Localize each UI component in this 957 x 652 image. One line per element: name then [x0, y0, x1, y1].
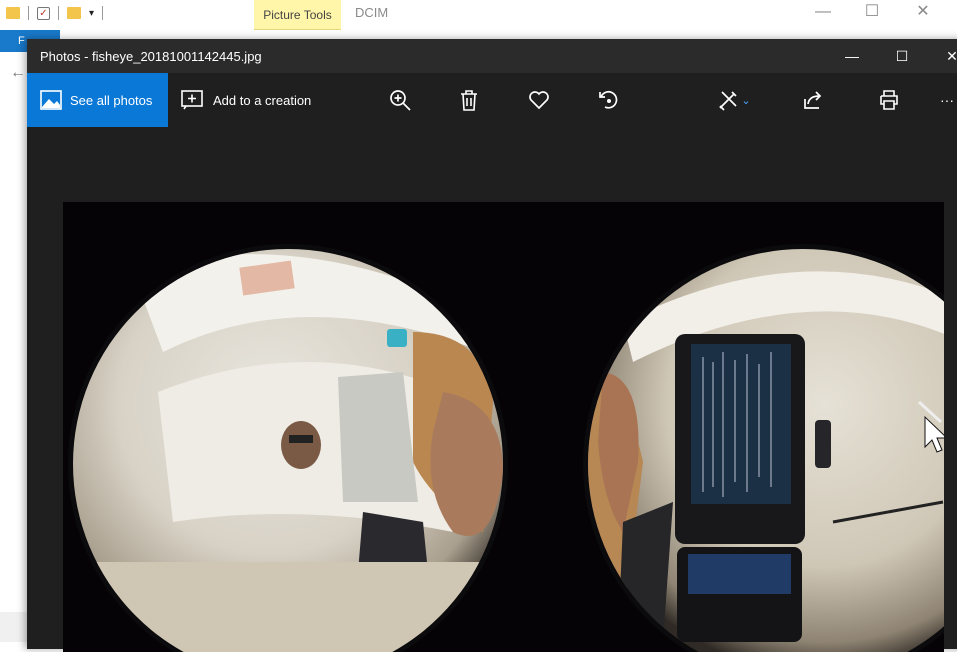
- explorer-minimize-button[interactable]: —: [803, 2, 843, 24]
- picture-tools-tab[interactable]: Picture Tools: [254, 0, 341, 30]
- quick-access-toolbar: ✓ ▾: [6, 3, 104, 23]
- window-title: Photos - fisheye_20181001142445.jpg: [40, 48, 262, 64]
- explorer-status-area: [0, 612, 30, 642]
- share-icon: [804, 91, 822, 109]
- photos-window: Photos - fisheye_20181001142445.jpg — ☐ …: [27, 39, 957, 652]
- checklist-icon[interactable]: ✓: [37, 6, 50, 20]
- photo-viewer-canvas[interactable]: [27, 127, 957, 652]
- add-to-creation-label: Add to a creation: [213, 92, 312, 108]
- edit-icon: [719, 91, 737, 111]
- maximize-button[interactable]: ☐: [879, 39, 925, 73]
- more-icon[interactable]: ···: [938, 86, 956, 114]
- print-button[interactable]: [875, 86, 903, 114]
- back-arrow-icon[interactable]: ←: [10, 64, 26, 82]
- zoom-in-icon: [390, 90, 411, 111]
- add-creation-icon: [181, 90, 203, 110]
- minimize-button[interactable]: —: [829, 39, 875, 73]
- divider: [28, 6, 29, 20]
- explorer-maximize-button[interactable]: ☐: [852, 2, 892, 24]
- delete-button[interactable]: [455, 86, 483, 114]
- folder-icon[interactable]: [67, 7, 81, 19]
- close-button[interactable]: ✕: [929, 39, 957, 73]
- picture-icon: [40, 90, 62, 110]
- title-bar[interactable]: Photos - fisheye_20181001142445.jpg — ☐ …: [27, 39, 957, 73]
- rotate-button[interactable]: [594, 86, 622, 114]
- print-icon: [880, 90, 898, 110]
- explorer-title: DCIM: [355, 5, 389, 20]
- divider: [58, 6, 59, 20]
- fisheye-photo[interactable]: [63, 202, 944, 652]
- fisheye-photo-image: [68, 244, 944, 652]
- delete-icon: [461, 90, 477, 111]
- add-to-creation-button[interactable]: Add to a creation: [180, 73, 311, 127]
- zoom-in-button[interactable]: [386, 86, 414, 114]
- see-all-photos-button[interactable]: See all photos: [27, 73, 168, 127]
- explorer-close-button[interactable]: ✕: [903, 2, 943, 24]
- see-all-photos-label: See all photos: [70, 92, 153, 108]
- divider: [102, 6, 104, 20]
- share-button[interactable]: [799, 86, 827, 114]
- rotate-icon: [599, 90, 618, 109]
- folder-icon[interactable]: [6, 7, 20, 19]
- chevron-down-icon: ⌄: [741, 94, 751, 107]
- photo-toolbar: See all photos Add to a creation ⌄ ···: [27, 73, 957, 127]
- favorite-icon: [529, 91, 549, 110]
- dropdown-icon[interactable]: ▾: [89, 8, 94, 19]
- favorite-button[interactable]: [525, 86, 553, 114]
- edit-create-button[interactable]: ⌄: [714, 86, 754, 114]
